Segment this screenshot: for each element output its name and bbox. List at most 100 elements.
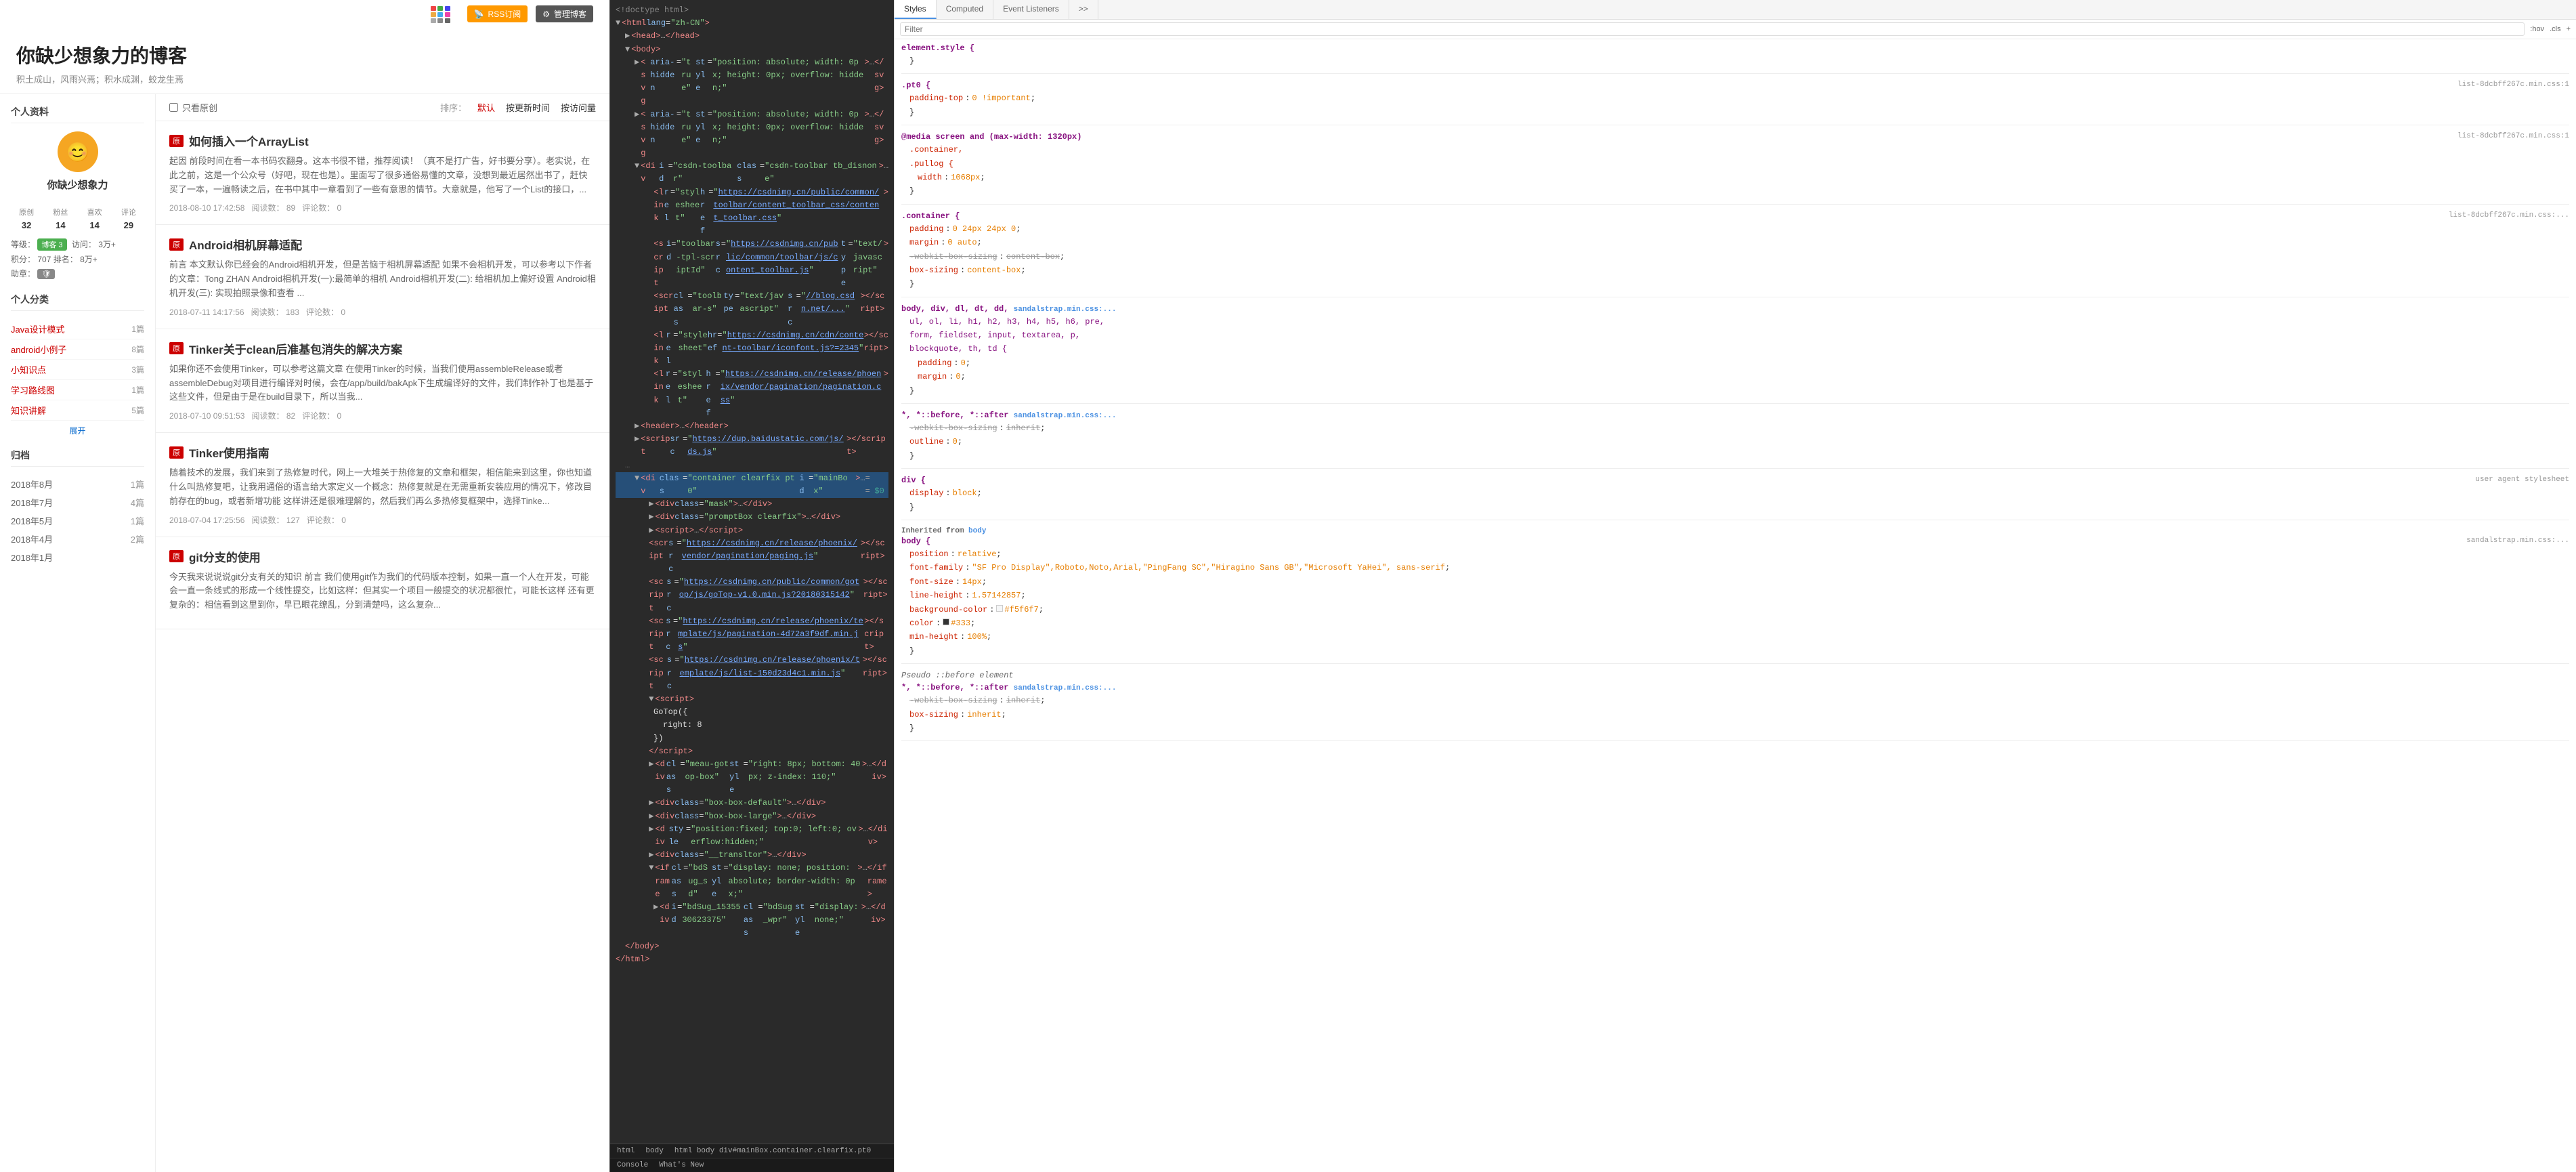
html-line-mainbox-selected[interactable]: ▼<div class="container clearfix pt0" id=… — [616, 472, 888, 498]
sidebar-item-java[interactable]: Java设计模式 1篇 — [11, 319, 144, 339]
tab-event-listeners[interactable]: Event Listeners — [993, 0, 1069, 19]
archive-item-jan[interactable]: 2018年1月 — [11, 548, 144, 566]
console-label[interactable]: Console — [617, 1161, 648, 1169]
filter-tag-plus[interactable]: + — [2567, 25, 2571, 33]
breadcrumb-body[interactable]: body — [645, 1147, 663, 1155]
article-read-count-3: 127 — [286, 516, 300, 525]
html-line-script1[interactable]: ▶<script>…</script> — [616, 524, 888, 537]
html-line-svg1[interactable]: ▶<svg aria-hidden="true" style="position… — [616, 56, 888, 108]
article-title-row-1: 原 Android相机屏幕适配 — [169, 236, 596, 253]
html-line-script-gotop[interactable]: <script src="https://csdnimg.cn/public/c… — [616, 576, 888, 615]
sidebar-item-knowledge[interactable]: 知识讲解 5篇 — [11, 400, 144, 421]
html-line-iframe[interactable]: ▼<iframe class="bdSug_sd" style="display… — [616, 862, 888, 901]
archive-item-aug[interactable]: 2018年8月 1篇 — [11, 475, 144, 493]
article-date-2: 2018-07-10 09:51:53 — [169, 411, 244, 421]
blog-panel: 📡 RSS订阅 ⚙ 管理博客 你缺少想象力的博客 积土成山，风雨兴焉；积水成渊，… — [0, 0, 609, 1172]
article-title-2[interactable]: Tinker关于clean后准基包消失的解决方案 — [189, 340, 402, 357]
html-line-transltor[interactable]: ▶<div class="__transltor">…</div> — [616, 849, 888, 862]
filter-tag-cls[interactable]: .cls — [2550, 25, 2561, 33]
html-line-link-page[interactable]: <link rel="stylesheet" href="https://csd… — [616, 368, 888, 420]
tab-styles[interactable]: Styles — [895, 0, 937, 19]
html-line-head[interactable]: ▶<head>…</head> — [616, 30, 888, 43]
html-line-script-gotop-inline[interactable]: ▼<script> — [616, 693, 888, 706]
html-line-div-fixed[interactable]: ▶<div style="position:fixed; top:0; left… — [616, 823, 888, 849]
tab-more[interactable]: >> — [1069, 0, 1098, 19]
article-item-2: 原 Tinker关于clean后准基包消失的解决方案 如果你还不会使用Tinke… — [156, 329, 609, 433]
style-rule-body-minheight: min-height : 100%; — [901, 630, 2569, 644]
article-title-3[interactable]: Tinker使用指南 — [189, 444, 270, 461]
html-line-box-large[interactable]: ▶<div class="box-box-large">…</div> — [616, 810, 888, 823]
style-source-pt0[interactable]: list-8dcbff267c.min.css:1 — [2457, 81, 2569, 91]
html-line-script-paging[interactable]: <script src="https://csdnimg.cn/release/… — [616, 537, 888, 577]
expand-button[interactable]: 展开 — [11, 421, 144, 440]
html-line-div-gotop[interactable]: ▶<div class="meau-gotop-box" style="righ… — [616, 758, 888, 797]
sort-label: 排序： — [440, 101, 467, 114]
sidebar-item-tips[interactable]: 小知识点 3篇 — [11, 360, 144, 380]
html-line-promptbox[interactable]: ▶<div class="promptBox clearfix">…</div> — [616, 511, 888, 524]
original-checkbox[interactable] — [169, 103, 178, 112]
style-selector-body: body { — [901, 537, 930, 546]
filter-original[interactable]: 只看原创 — [169, 101, 217, 114]
article-title-0[interactable]: 如何插入一个ArrayList — [189, 132, 309, 149]
html-line-script-b[interactable]: <script class="toolbar-s" type="text/jav… — [616, 290, 888, 329]
sidebar-item-roadmap[interactable]: 学习路线图 1篇 — [11, 380, 144, 400]
manage-label: 管理博客 — [554, 8, 586, 20]
article-read-label-3: 阅读数： — [251, 516, 284, 525]
archive-item-apr[interactable]: 2018年4月 2篇 — [11, 530, 144, 548]
level-label: 等级： — [11, 240, 35, 249]
tab-computed[interactable]: Computed — [937, 0, 993, 19]
style-rule-bd-padding: padding : 0; — [901, 356, 2569, 370]
html-line-box-default[interactable]: ▶<div class="box-box-default">…</div> — [616, 797, 888, 810]
manage-button[interactable]: ⚙ 管理博客 — [536, 5, 593, 22]
article-title-row-2: 原 Tinker关于clean后准基包消失的解决方案 — [169, 340, 596, 357]
inherited-from-body[interactable]: body — [968, 527, 986, 535]
html-line-script-pagination[interactable]: <script src="https://csdnimg.cn/release/… — [616, 615, 888, 654]
article-item-4: 原 git分支的使用 今天我来说说说git分支有关的知识 前言 我们使用git作… — [156, 537, 609, 629]
article-title-1[interactable]: Android相机屏幕适配 — [189, 236, 302, 253]
style-source-body[interactable]: sandalstrap.min.css:... — [2466, 537, 2569, 547]
filter-input-styles[interactable] — [900, 22, 2525, 36]
filter-tag-hov[interactable]: :hov — [2530, 25, 2544, 33]
html-line-svg2[interactable]: ▶<svg aria-hidden="true" style="position… — [616, 108, 888, 161]
breadcrumb-html[interactable]: html — [617, 1147, 635, 1155]
article-title-4[interactable]: git分支的使用 — [189, 548, 261, 565]
blog-header: 你缺少想象力的博客 积土成山，风雨兴焉；积水成渊，蛟龙生焉 — [0, 28, 609, 94]
html-line-mask[interactable]: ▶<div class="mask">…</div> — [616, 498, 888, 511]
points-value: 707 — [37, 255, 51, 264]
style-rule-bd-form: form, fieldset, input, textarea, p, — [901, 329, 2569, 342]
html-line-bdsug[interactable]: ▶<div id="bdSug_1535530623375" class="bd… — [616, 901, 888, 940]
breadcrumb-mainbox[interactable]: html body div#mainBox.container.clearfix… — [674, 1147, 871, 1155]
style-section-div-ua: div { user agent stylesheet display : bl… — [901, 476, 2569, 520]
inherited-from-label: Inherited from body — [901, 527, 2569, 535]
blog-header-top: 📡 RSS订阅 ⚙ 管理博客 — [0, 0, 609, 28]
sort-default[interactable]: 默认 — [477, 101, 495, 114]
sort-by-views[interactable]: 按访问量 — [561, 101, 596, 114]
html-line-html[interactable]: ▼<html lang="zh-CN"> — [616, 17, 888, 30]
article-date-0: 2018-08-10 17:42:58 — [169, 203, 244, 213]
style-rule-div-display: display : block; — [901, 486, 2569, 500]
article-badge-1: 原 — [169, 238, 184, 251]
whatsnew-label[interactable]: What's New — [659, 1161, 704, 1169]
html-line-link-css[interactable]: <link rel="stylesheet" href="https://csd… — [616, 186, 888, 238]
archive-item-may[interactable]: 2018年5月 1篇 — [11, 511, 144, 530]
style-source-container[interactable]: list-8dcbff267c.min.css:... — [2449, 211, 2569, 222]
sidebar-item-label-tips: 小知识点 — [11, 363, 46, 376]
html-line-script-toolbar[interactable]: <script id="toolbar-tpl-scriptId" src="h… — [616, 238, 888, 290]
points-label: 积分： — [11, 255, 35, 264]
html-line-csdn-toolbar[interactable]: ▼<div id="csdn-toolbar" class="csdn-tool… — [616, 160, 888, 186]
html-line-header[interactable]: ▶<header>…</header> — [616, 420, 888, 433]
archive-item-jul[interactable]: 2018年7月 4篇 — [11, 493, 144, 511]
article-title-row-4: 原 git分支的使用 — [169, 548, 596, 565]
sort-by-time[interactable]: 按更新时间 — [506, 101, 550, 114]
rss-button[interactable]: 📡 RSS订阅 — [467, 5, 528, 22]
html-line-body[interactable]: ▼<body> — [616, 43, 888, 56]
sidebar-item-android[interactable]: android小例子 8篇 — [11, 339, 144, 360]
html-tree[interactable]: <!doctype html> ▼<html lang="zh-CN"> ▶<h… — [610, 0, 894, 1144]
styles-content: element.style { } .pt0 { list-8dcbff267c… — [895, 39, 2576, 1172]
html-line-script-ds[interactable]: ▶<script src="https://dup.baidustatic.co… — [616, 433, 888, 459]
style-rule-bd-ul: ul, ol, li, h1, h2, h3, h4, h5, h6, pre, — [901, 315, 2569, 329]
archive-count-apr: 2篇 — [131, 532, 144, 545]
style-source-media[interactable]: list-8dcbff267c.min.css:1 — [2457, 132, 2569, 143]
html-line-link-icon[interactable]: <link rel="stylesheet" href="https://csd… — [616, 329, 888, 369]
html-line-script-list[interactable]: <script src="https://csdnimg.cn/release/… — [616, 654, 888, 693]
